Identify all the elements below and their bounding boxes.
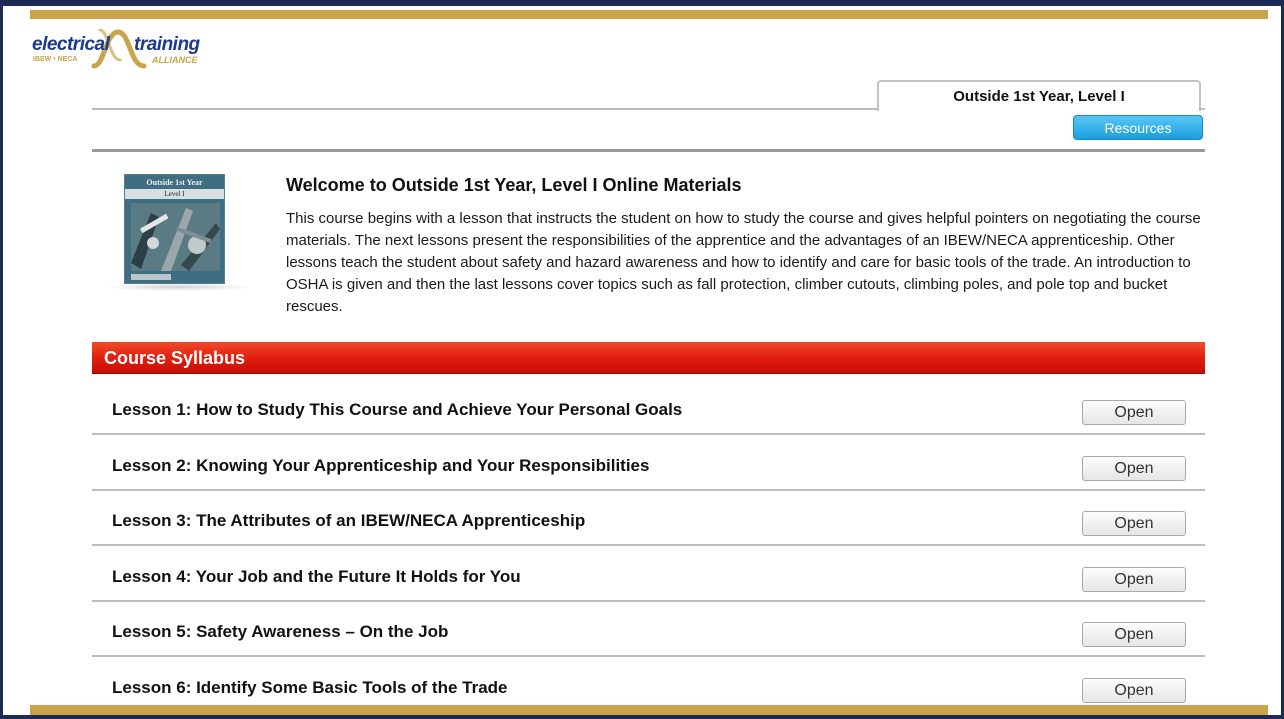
top-border [0, 0, 1284, 6]
lesson-row-2: Lesson 2: Knowing Your Apprenticeship an… [92, 435, 1205, 491]
cover-subtitle: Level I [125, 189, 224, 199]
bottom-gold-bar [30, 705, 1268, 715]
lesson-title: Lesson 6: Identify Some Basic Tools of t… [112, 678, 508, 697]
cover-footer-strip [131, 274, 171, 280]
lesson-title: Lesson 5: Safety Awareness – On the Job [112, 622, 449, 641]
header-divider [92, 149, 1205, 152]
open-lesson-4-button[interactable]: Open [1082, 567, 1186, 592]
open-lesson-1-button[interactable]: Open [1082, 400, 1186, 425]
lesson-row-5: Lesson 5: Safety Awareness – On the Job … [92, 601, 1205, 657]
lesson-title: Lesson 3: The Attributes of an IBEW/NECA… [112, 511, 586, 530]
top-gold-bar [30, 10, 1268, 19]
cover-title: Outside 1st Year [146, 178, 203, 187]
lesson-row-3: Lesson 3: The Attributes of an IBEW/NECA… [92, 490, 1205, 546]
welcome-description: This course begins with a lesson that in… [286, 210, 1201, 315]
course-syllabus-header: Course Syllabus [92, 342, 1205, 374]
lesson-row-1: Lesson 1: How to Study This Course and A… [92, 379, 1205, 435]
welcome-title: Welcome to Outside 1st Year, Level I Onl… [286, 175, 742, 195]
cover-tools-image [131, 203, 220, 271]
lesson-title: Lesson 2: Knowing Your Apprenticeship an… [112, 456, 650, 475]
logo-word-left: electrical [32, 34, 110, 55]
tab-baseline-right [1199, 108, 1205, 110]
open-lesson-3-button[interactable]: Open [1082, 511, 1186, 536]
open-lesson-5-button[interactable]: Open [1082, 622, 1186, 647]
lesson-row-4: Lesson 4: Your Job and the Future It Hol… [92, 546, 1205, 602]
logo-subtext-right: ALLIANCE [152, 55, 198, 65]
electrical-training-alliance-logo[interactable]: electrical training IBEW • NECA ALLIANCE [30, 26, 210, 72]
cover-shadow [104, 283, 254, 291]
tab-outside-1st-year[interactable]: Outside 1st Year, Level I [877, 80, 1201, 111]
lesson-title: Lesson 1: How to Study This Course and A… [112, 400, 683, 419]
logo-subtext-left: IBEW • NECA [33, 56, 78, 63]
logo-word-right: training [134, 34, 200, 55]
open-lesson-2-button[interactable]: Open [1082, 456, 1186, 481]
syllabus-title: Course Syllabus [104, 348, 246, 368]
tab-baseline [92, 108, 878, 110]
resources-button[interactable]: Resources [1073, 115, 1203, 140]
lesson-title: Lesson 4: Your Job and the Future It Hol… [112, 567, 521, 586]
bottom-border [0, 715, 1284, 719]
open-lesson-6-button[interactable]: Open [1082, 678, 1186, 703]
course-book-cover: Outside 1st Year Level I [124, 174, 225, 284]
